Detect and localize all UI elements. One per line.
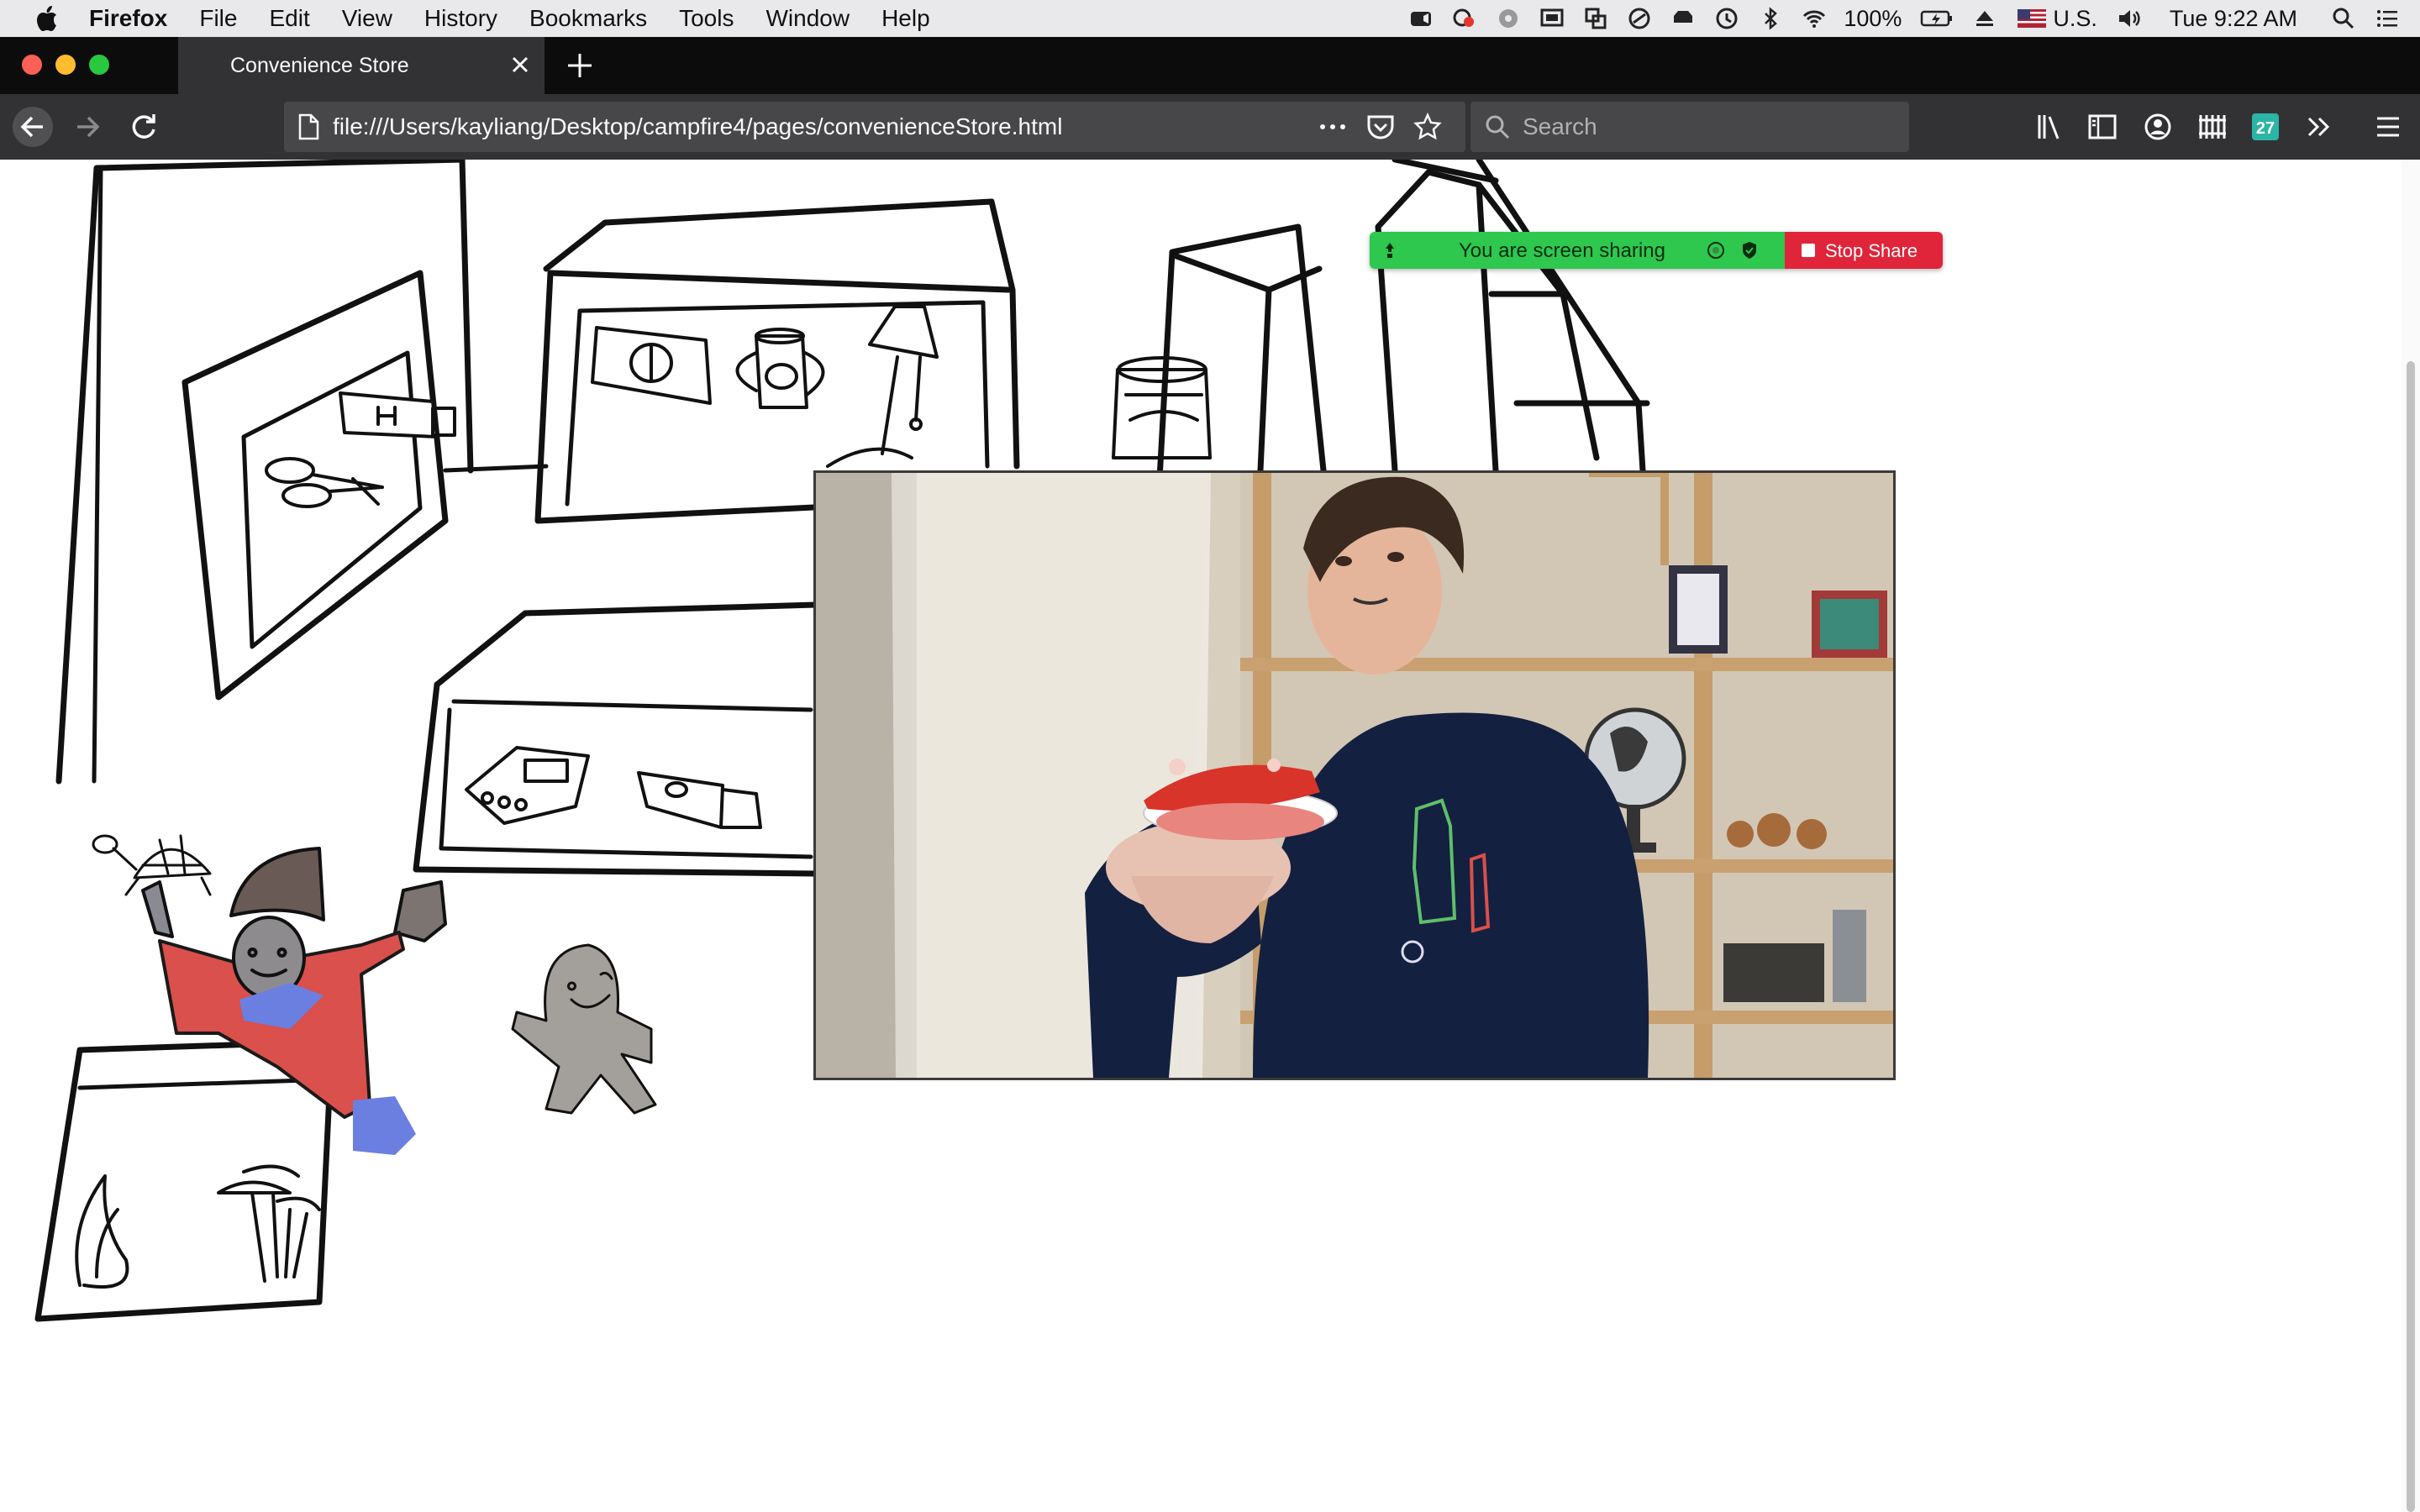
new-tab-icon[interactable] (565, 50, 595, 81)
menu-help[interactable]: Help (881, 0, 930, 37)
menu-edit[interactable]: Edit (269, 0, 309, 37)
menu-window[interactable]: Window (765, 0, 850, 37)
shelf-box-top (543, 198, 1020, 470)
page-content (0, 160, 2420, 1512)
counter-box (434, 601, 818, 688)
tab-convenience-store[interactable]: Convenience Store (178, 37, 544, 94)
menu-tools[interactable]: Tools (679, 0, 734, 37)
sync-icon[interactable] (1627, 6, 1652, 31)
menu-bar: Firefox File Edit View History Bookmarks… (0, 0, 2420, 37)
pocket-icon[interactable] (1366, 113, 1395, 140)
time-machine-icon[interactable] (1714, 6, 1739, 31)
input-source-label[interactable]: U.S. (2053, 6, 2097, 32)
url-text[interactable]: file:///Users/kayliang/Desktop/campfire4… (333, 113, 1062, 140)
account-icon[interactable] (2143, 112, 2173, 142)
game-console-drawing-icon (465, 746, 590, 825)
tab-title: Convenience Store (230, 54, 409, 77)
notification-center-icon[interactable] (2375, 6, 2400, 31)
menu-bookmarks[interactable]: Bookmarks (529, 0, 647, 37)
spotlight-search-icon[interactable] (2331, 6, 2356, 31)
window-zoom-button[interactable] (89, 55, 109, 75)
eject-icon[interactable] (1972, 6, 1997, 31)
stop-share-label: Stop Share (1825, 240, 1918, 261)
search-icon (1486, 115, 1510, 139)
chips-bag-drawing-icon (591, 326, 712, 405)
plant-drawing-icon (75, 1174, 129, 1289)
tall-fridge-sketch (1375, 169, 1499, 474)
drag-handle-icon[interactable] (1380, 240, 1400, 260)
reload-icon[interactable] (124, 107, 165, 147)
share-status-message: You are screen sharing (1459, 239, 1665, 262)
volume-icon[interactable] (2116, 6, 2141, 31)
scrollbar-thumb[interactable] (2407, 361, 2415, 1512)
url-bar[interactable]: file:///Users/kayliang/Desktop/campfire4… (284, 102, 1465, 152)
window-manager-icon[interactable] (1583, 6, 1608, 31)
sidebar-icon[interactable] (2087, 112, 2118, 142)
page-actions-icon[interactable] (1318, 117, 1348, 137)
participant-video (816, 473, 1893, 1078)
shopkeeper-drawing (141, 847, 447, 1155)
library-icon[interactable] (2035, 112, 2065, 142)
us-flag-icon[interactable] (2018, 9, 2047, 28)
flashlight-drawing-icon (637, 771, 762, 829)
calendar-badge-text: 27 (2256, 119, 2275, 138)
overflow-chevron-icon[interactable] (2304, 112, 2334, 142)
search-input[interactable]: Search (1523, 113, 1597, 140)
shelf-unit-right (1156, 223, 1327, 482)
lamp-drawing-icon (826, 305, 939, 468)
video-window[interactable] (813, 470, 1896, 1080)
cloud-drive-icon[interactable] (1670, 6, 1696, 31)
security-shield-icon[interactable] (1739, 240, 1760, 260)
ghost-creature-drawing (511, 943, 657, 1115)
mug-drawing-icon (735, 328, 825, 409)
creative-cloud-icon[interactable] (1452, 6, 1477, 31)
extension-grid-icon[interactable] (2196, 112, 2227, 142)
stop-share-button[interactable]: Stop Share (1785, 232, 1943, 269)
menu-app-firefox[interactable]: Firefox (89, 0, 167, 37)
forward-button-icon[interactable] (69, 107, 109, 147)
bookmark-star-icon[interactable] (1413, 113, 1442, 141)
menu-history[interactable]: History (424, 0, 497, 37)
screen-share-banner: You are screen sharing Stop Share (1370, 232, 1943, 269)
apple-menu-icon[interactable] (35, 5, 59, 32)
hamburger-menu-icon[interactable] (2373, 112, 2403, 142)
page-icon (298, 113, 319, 140)
mushrooms-drawing-icon (217, 1164, 321, 1283)
back-button-icon[interactable] (13, 107, 53, 147)
search-bar[interactable]: Search (1470, 102, 1909, 152)
menubar-clock[interactable]: Tue 9:22 AM (2170, 6, 2297, 32)
display-icon[interactable] (1539, 6, 1565, 31)
tab-close-icon[interactable] (508, 52, 533, 77)
battery-percent: 100% (1844, 5, 1902, 31)
scissors-drawing-icon (265, 457, 384, 508)
calendar-extension-icon[interactable]: 27 (2250, 112, 2281, 142)
share-status-area[interactable]: You are screen sharing (1370, 232, 1785, 269)
share-indicator-icon[interactable] (1706, 240, 1726, 260)
tab-strip: Convenience Store (0, 37, 2420, 94)
bluetooth-icon[interactable] (1758, 6, 1783, 31)
zoom-camera-icon[interactable] (1408, 6, 1434, 31)
wifi-icon[interactable] (1802, 6, 1827, 31)
stop-square-icon (1802, 244, 1815, 257)
status-area: 100% U.S. Tue 9:22 AM (1390, 0, 2400, 37)
menu-view[interactable]: View (342, 0, 392, 37)
dots-app-icon[interactable] (1496, 6, 1521, 31)
window-minimize-button[interactable] (55, 55, 76, 75)
navigation-toolbar: file:///Users/kayliang/Desktop/campfire4… (0, 94, 2420, 160)
battery-icon[interactable] (1920, 6, 1954, 31)
menu-file[interactable]: File (199, 0, 237, 37)
window-close-button[interactable] (22, 55, 42, 75)
